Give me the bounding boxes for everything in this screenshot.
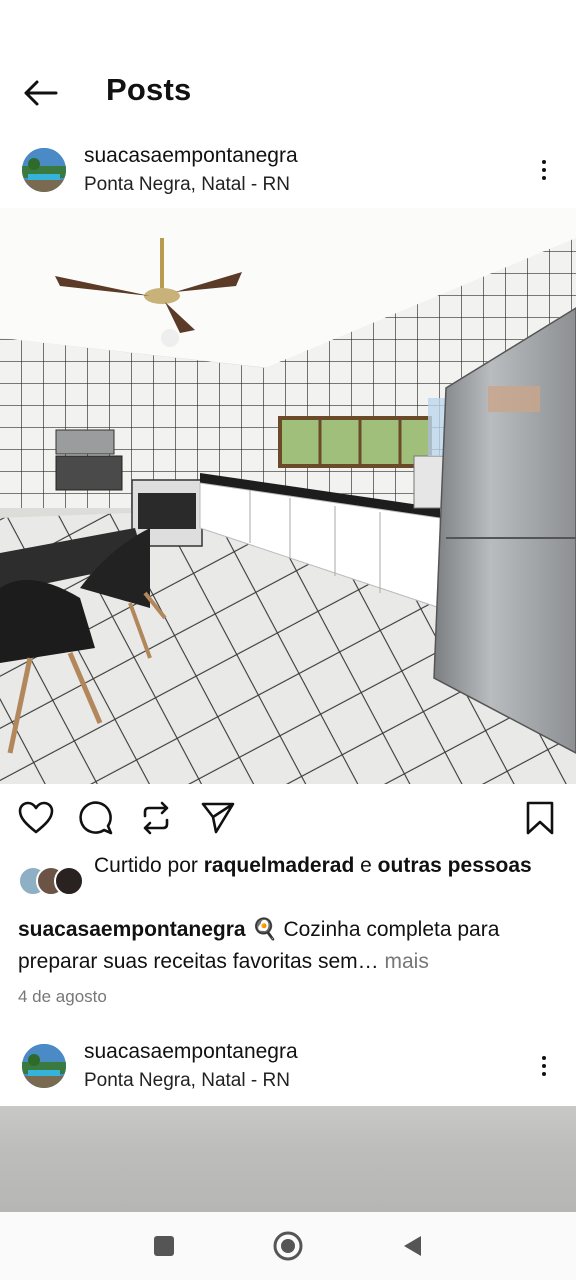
post-username[interactable]: suacasaempontanegra [84,144,298,168]
more-options-button[interactable] [530,150,558,190]
post-location[interactable]: Ponta Negra, Natal - RN [84,174,290,196]
post-caption: suacasaempontanegra 🍳 Cozinha completa p… [18,914,558,978]
kitchen-photo [0,208,576,784]
back-button[interactable] [18,74,62,112]
recents-button[interactable] [142,1226,186,1266]
more-vertical-icon [542,1056,546,1060]
comment-button[interactable] [76,796,116,840]
caption-username[interactable]: suacasaempontanegra [18,918,246,941]
liked-username[interactable]: raquelmaderad [204,854,355,877]
post-location[interactable]: Ponta Negra, Natal - RN [84,1070,290,1092]
cooking-emoji: 🍳 [251,918,278,941]
send-icon [201,802,235,834]
system-back-button[interactable] [390,1226,434,1266]
page-title: Posts [106,72,192,107]
liker-avatars[interactable] [18,866,90,896]
liked-others[interactable]: outras pessoas [378,854,532,877]
system-nav-bar [0,1212,576,1280]
square-icon [154,1236,174,1256]
home-button[interactable] [266,1226,310,1266]
repost-button[interactable] [136,796,176,840]
heart-icon [18,801,54,834]
bookmark-icon [526,801,554,835]
more-vertical-icon [542,160,546,164]
caption-more-link[interactable]: mais [384,950,428,973]
post-username[interactable]: suacasaempontanegra [84,1040,298,1064]
like-button[interactable] [16,796,56,840]
triangle-back-icon [404,1236,421,1256]
share-button[interactable] [198,796,238,840]
avatar[interactable] [22,148,66,192]
likes-text[interactable]: Curtido por raquelmaderad e outras pesso… [94,852,534,880]
circle-icon [273,1231,303,1261]
top-bar: Posts [0,50,576,134]
save-button[interactable] [520,796,560,840]
post-date: 4 de agosto [18,987,107,1006]
post-header: suacasaempontanegra Ponta Negra, Natal -… [0,1040,576,1100]
comment-icon [79,801,113,835]
post-actions [0,796,576,842]
post-image[interactable] [0,208,576,784]
more-options-button[interactable] [530,1046,558,1086]
post-image[interactable] [0,1106,576,1212]
arrow-left-icon [24,80,58,106]
post-header: suacasaempontanegra Ponta Negra, Natal -… [0,144,576,204]
avatar[interactable] [22,1044,66,1088]
repost-icon [143,801,169,835]
avatar [54,866,84,896]
